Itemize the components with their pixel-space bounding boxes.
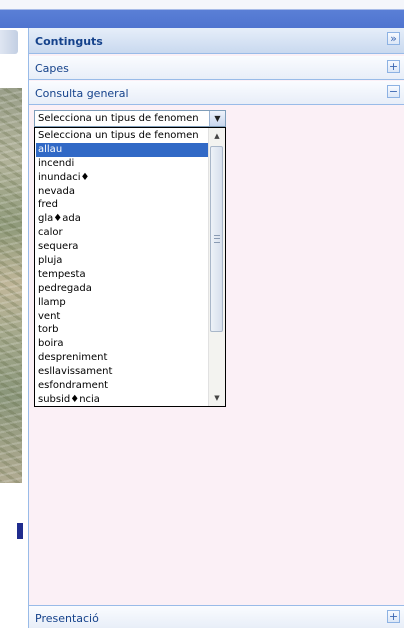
collapse-general-query-button[interactable]: − xyxy=(387,85,400,98)
section-header-layers[interactable]: Capes + xyxy=(29,56,404,80)
map-view[interactable] xyxy=(0,28,25,628)
option-subsidencia[interactable]: subsid♦ncia xyxy=(36,393,210,407)
options-scrollbar[interactable]: ▲ ▼ xyxy=(208,128,225,406)
option-glacada[interactable]: gla♦ada xyxy=(36,212,210,226)
expand-presentation-button[interactable]: + xyxy=(387,610,400,623)
contents-panel-title: Continguts xyxy=(35,35,103,48)
option-pluja[interactable]: pluja xyxy=(36,254,210,268)
section-label-presentation: Presentació xyxy=(35,612,99,625)
map-imagery[interactable] xyxy=(0,88,22,483)
map-toolbar-edge xyxy=(0,30,18,54)
option-esfondrament[interactable]: esfondrament xyxy=(36,379,210,393)
option-esllavissament[interactable]: esllavissament xyxy=(36,365,210,379)
section-label-layers: Capes xyxy=(35,62,69,75)
scrollbar-thumb[interactable] xyxy=(210,146,223,332)
expand-layers-button[interactable]: + xyxy=(387,60,400,73)
phenomenon-select-value: Selecciona un tipus de fenomen xyxy=(38,113,199,124)
option-placeholder[interactable]: Selecciona un tipus de fenomen xyxy=(36,129,210,143)
arrow-down-icon[interactable]: ▼ xyxy=(209,390,225,406)
option-pedregada[interactable]: pedregada xyxy=(36,282,210,296)
phenomenon-options-list[interactable]: Selecciona un tipus de fenomen allau inc… xyxy=(34,127,226,407)
section-header-presentation[interactable]: Presentació + xyxy=(29,605,404,628)
option-tempesta[interactable]: tempesta xyxy=(36,268,210,282)
map-marker xyxy=(17,523,23,539)
option-nevada[interactable]: nevada xyxy=(36,185,210,199)
grip-icon xyxy=(214,235,220,243)
chevron-down-icon[interactable]: ▼ xyxy=(209,111,225,126)
options-container: Selecciona un tipus de fenomen allau inc… xyxy=(36,129,210,407)
option-calor[interactable]: calor xyxy=(36,226,210,240)
contents-panel: Continguts » Capes + Consulta general − … xyxy=(28,28,404,628)
option-llamp[interactable]: llamp xyxy=(36,296,210,310)
option-sequera[interactable]: sequera xyxy=(36,240,210,254)
contents-panel-header: Continguts » xyxy=(29,28,404,54)
option-boira[interactable]: boira xyxy=(36,337,210,351)
option-allau[interactable]: allau xyxy=(36,142,210,157)
phenomenon-type-select[interactable]: Selecciona un tipus de fenomen ▼ xyxy=(34,110,226,127)
option-vent[interactable]: vent xyxy=(36,310,210,324)
section-header-general-query[interactable]: Consulta general − xyxy=(29,81,404,105)
option-torb[interactable]: torb xyxy=(36,323,210,337)
app-top-bar xyxy=(0,0,404,28)
option-incendi[interactable]: incendi xyxy=(36,157,210,171)
section-label-general-query: Consulta general xyxy=(35,87,129,100)
collapse-panel-button[interactable]: » xyxy=(387,32,400,45)
option-inundacio[interactable]: inundaci♦ xyxy=(36,171,210,185)
option-fred[interactable]: fred xyxy=(36,198,210,212)
option-despreniment[interactable]: despreniment xyxy=(36,351,210,365)
arrow-up-icon[interactable]: ▲ xyxy=(209,128,225,144)
